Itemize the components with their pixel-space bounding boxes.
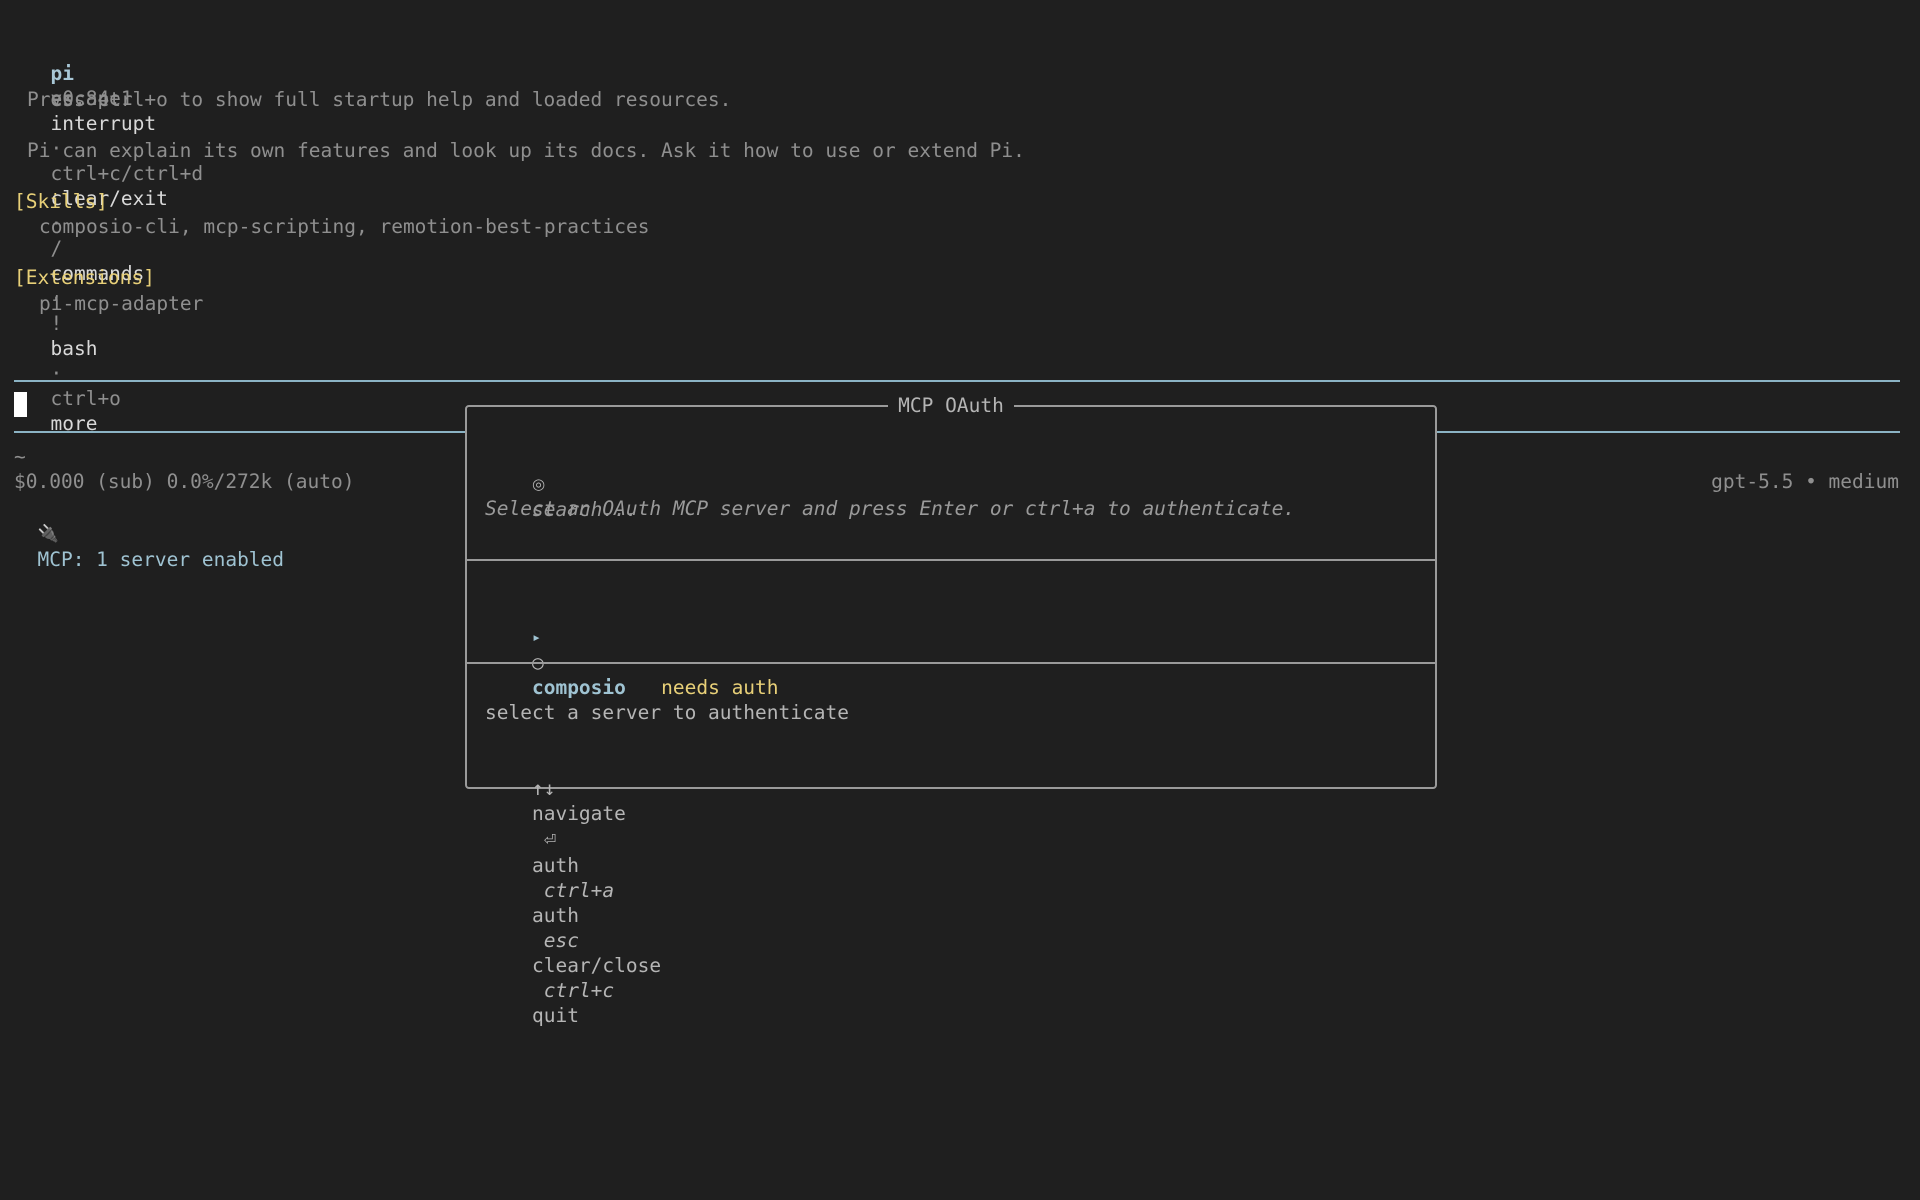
shortcut-key: ctrl+c/ctrl+d <box>50 162 204 185</box>
cwd: ~ <box>14 445 26 468</box>
header-line: pi v0.84.1 <box>27 36 132 110</box>
dialog-divider <box>467 559 1435 561</box>
search-icon: ◎ <box>531 475 546 493</box>
key-hint-key: ctrl+a <box>543 879 615 902</box>
text-cursor[interactable] <box>14 392 27 417</box>
server-auth-status: needs auth <box>661 676 779 699</box>
shortcut-key: ctrl+o <box>50 387 121 410</box>
extensions-heading: [Extensions] <box>14 266 155 289</box>
mcp-status: 🔌 MCP: 1 server enabled <box>14 495 284 571</box>
key-hint-action: auth <box>531 904 579 927</box>
dialog-title: MCP OAuth <box>888 394 1014 417</box>
dialog-title-bar: MCP OAuth <box>467 393 1435 418</box>
mcp-oauth-dialog[interactable]: MCP OAuth ◎ search... Select an OAuth MC… <box>465 394 1437 1027</box>
server-list-item[interactable]: ▸ ○ composio needs auth <box>485 598 779 699</box>
key-hint-key: esc <box>543 929 579 952</box>
search-field[interactable]: ◎ search... <box>485 445 638 521</box>
plug-icon: 🔌 <box>37 524 59 544</box>
usage-cost: $0.000 (sub) 0.0%/272k (auto) <box>14 470 355 493</box>
key-hint-key: ↑↓ <box>531 777 556 800</box>
key-hint-action: quit <box>531 1004 579 1027</box>
key-hint-action: auth <box>531 854 579 877</box>
model-indicator[interactable]: gpt-5.5 • medium <box>1711 469 1899 494</box>
server-name: composio <box>531 676 626 699</box>
skills-list: composio-cli, mcp-scripting, remotion-be… <box>39 215 650 238</box>
skills-heading: [Skills] <box>14 190 108 213</box>
shortcut-help: escape interrupt · ctrl+c/ctrl+d clear/e… <box>27 61 203 435</box>
editor-top-border <box>14 380 1900 382</box>
dialog-instruction: Select an OAuth MCP server and press Ent… <box>485 497 1296 520</box>
key-hints: ↑↓ navigate ⏎ auth ctrl+a auth esc clear… <box>485 751 661 1027</box>
shortcut-key: / <box>50 237 63 260</box>
dialog-divider <box>467 662 1435 664</box>
detail-text: select a server to authenticate <box>485 701 849 724</box>
shortcut-action: bash <box>50 337 98 360</box>
mcp-status-text: MCP: 1 server enabled <box>37 548 285 571</box>
key-hint-action: clear/close <box>531 954 662 977</box>
selection-pointer-icon: ▸ <box>531 628 541 646</box>
key-hint-key: ctrl+c <box>543 979 615 1002</box>
startup-hint: Press ctrl+o to show full startup help a… <box>27 88 732 111</box>
key-hint-action: navigate <box>531 802 626 825</box>
return-key-icon: ⏎ <box>543 831 557 849</box>
about-text: Pi can explain its own features and look… <box>27 139 1025 162</box>
shortcut-action: interrupt <box>50 112 157 135</box>
extensions-list: pi-mcp-adapter <box>39 292 204 315</box>
